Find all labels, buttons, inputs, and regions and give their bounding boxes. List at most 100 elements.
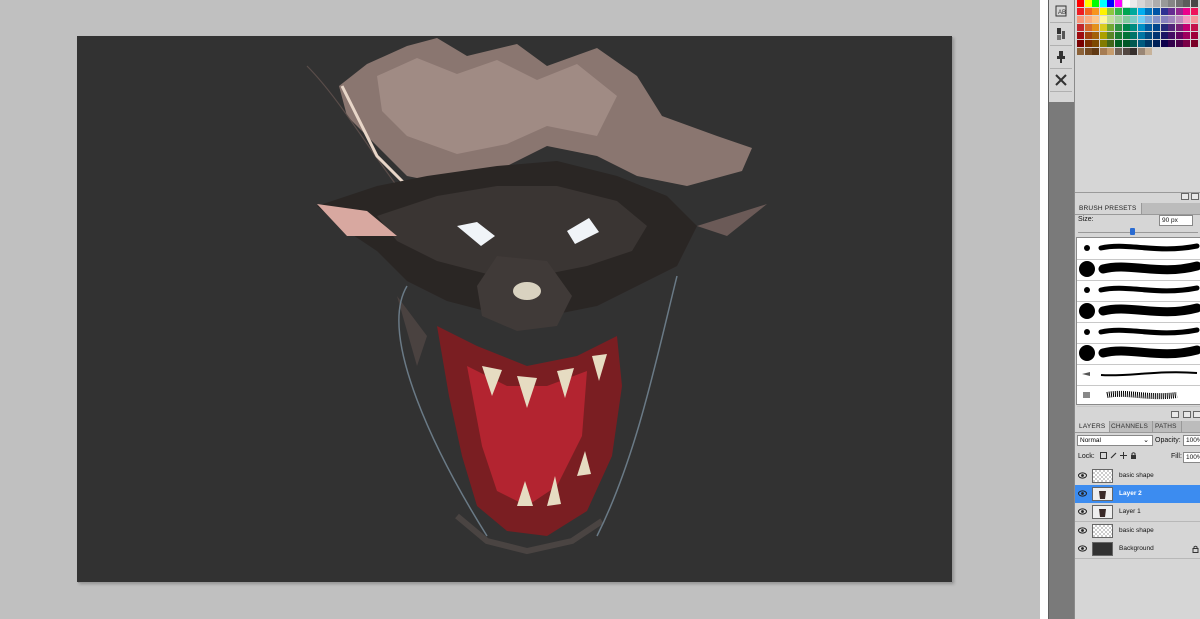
color-swatch[interactable]: [1145, 48, 1153, 55]
color-swatch[interactable]: [1115, 32, 1122, 39]
color-swatch[interactable]: [1175, 8, 1183, 15]
lock-transparent-icon[interactable]: [1100, 452, 1107, 459]
color-swatch[interactable]: [1145, 0, 1153, 7]
color-swatch[interactable]: [1122, 8, 1130, 15]
color-swatch[interactable]: [1145, 8, 1153, 15]
color-swatch[interactable]: [1107, 8, 1115, 15]
blend-mode-select[interactable]: Normal ⌄: [1077, 435, 1153, 446]
color-swatch[interactable]: [1168, 40, 1176, 47]
color-swatch[interactable]: [1130, 16, 1138, 23]
tab-paths[interactable]: PATHS: [1151, 421, 1182, 432]
color-swatch[interactable]: [1160, 0, 1168, 7]
color-swatch[interactable]: [1175, 16, 1183, 23]
color-swatch[interactable]: [1122, 24, 1130, 31]
color-swatch[interactable]: [1122, 0, 1130, 7]
brush-preset-row[interactable]: [1077, 343, 1200, 365]
color-swatch[interactable]: [1107, 48, 1115, 55]
color-swatch[interactable]: [1137, 0, 1145, 7]
color-swatch[interactable]: [1160, 24, 1168, 31]
color-swatch[interactable]: [1107, 16, 1115, 23]
color-swatch[interactable]: [1160, 32, 1168, 39]
color-swatch[interactable]: [1115, 48, 1122, 55]
color-swatch[interactable]: [1137, 16, 1145, 23]
lock-all-icon[interactable]: [1130, 452, 1137, 459]
color-swatch[interactable]: [1175, 24, 1183, 31]
color-swatch[interactable]: [1099, 8, 1107, 15]
delete-swatch-icon[interactable]: [1191, 193, 1199, 200]
color-swatch[interactable]: [1137, 8, 1145, 15]
brush-preset-row[interactable]: [1077, 364, 1200, 386]
visibility-eye-icon[interactable]: [1078, 490, 1087, 497]
color-swatch[interactable]: [1084, 32, 1092, 39]
brush-preset-row[interactable]: [1077, 259, 1200, 281]
brush-preset-row[interactable]: [1077, 322, 1200, 344]
tab-layers[interactable]: LAYERS: [1075, 421, 1111, 432]
color-swatch[interactable]: [1153, 40, 1160, 47]
color-swatch[interactable]: [1115, 0, 1122, 7]
color-swatch[interactable]: [1130, 24, 1138, 31]
layer-row[interactable]: basic shape: [1075, 521, 1200, 541]
visibility-eye-icon[interactable]: [1078, 526, 1087, 534]
color-swatch[interactable]: [1092, 48, 1100, 55]
color-swatch[interactable]: [1191, 40, 1198, 47]
color-swatch[interactable]: [1130, 8, 1138, 15]
color-swatch[interactable]: [1153, 8, 1160, 15]
visibility-eye-icon[interactable]: [1078, 545, 1087, 552]
color-swatch[interactable]: [1191, 24, 1198, 31]
opacity-field[interactable]: 100%: [1183, 435, 1200, 446]
color-swatch[interactable]: [1099, 32, 1107, 39]
color-swatch[interactable]: [1092, 16, 1100, 23]
color-swatch[interactable]: [1130, 40, 1138, 47]
color-swatch[interactable]: [1191, 32, 1198, 39]
color-swatch[interactable]: [1084, 0, 1092, 7]
layer-row[interactable]: Background: [1075, 539, 1200, 559]
brush-preset-row[interactable]: [1077, 280, 1200, 302]
color-swatch[interactable]: [1092, 8, 1100, 15]
color-swatch[interactable]: [1175, 40, 1183, 47]
color-swatch[interactable]: [1137, 48, 1145, 55]
size-slider-track[interactable]: [1078, 232, 1198, 233]
color-swatch[interactable]: [1168, 24, 1176, 31]
color-swatch[interactable]: [1077, 8, 1084, 15]
delete-preset-icon[interactable]: [1193, 411, 1200, 418]
layer-row[interactable]: Layer 1: [1075, 503, 1200, 523]
color-swatch[interactable]: [1168, 8, 1176, 15]
color-swatch[interactable]: [1077, 0, 1084, 7]
color-swatch[interactable]: [1092, 32, 1100, 39]
brush-preset-row[interactable]: [1077, 301, 1200, 323]
tool-presets-panel-icon[interactable]: [1050, 69, 1072, 92]
color-swatch[interactable]: [1099, 24, 1107, 31]
new-swatch-icon[interactable]: [1181, 193, 1189, 200]
color-swatch[interactable]: [1077, 32, 1084, 39]
layer-row[interactable]: Layer 2: [1075, 485, 1200, 505]
color-swatch[interactable]: [1092, 40, 1100, 47]
visibility-eye-icon[interactable]: [1078, 472, 1087, 479]
color-swatch[interactable]: [1160, 40, 1168, 47]
color-swatch[interactable]: [1145, 16, 1153, 23]
size-slider-thumb[interactable]: [1130, 228, 1135, 235]
color-swatch[interactable]: [1137, 40, 1145, 47]
size-field[interactable]: 90 px: [1159, 215, 1193, 226]
color-swatch[interactable]: [1084, 48, 1092, 55]
history-panel-icon[interactable]: AB: [1050, 0, 1072, 23]
color-swatch[interactable]: [1183, 16, 1191, 23]
new-preset-icon[interactable]: [1183, 411, 1191, 418]
color-swatch[interactable]: [1107, 0, 1115, 7]
color-swatch[interactable]: [1168, 32, 1176, 39]
color-swatch[interactable]: [1099, 40, 1107, 47]
brush-preset-row[interactable]: [1077, 238, 1200, 260]
color-swatch[interactable]: [1153, 16, 1160, 23]
color-swatch[interactable]: [1122, 48, 1130, 55]
color-swatch[interactable]: [1099, 48, 1107, 55]
color-swatch[interactable]: [1175, 32, 1183, 39]
layer-row[interactable]: basic shape: [1075, 467, 1200, 486]
color-swatch[interactable]: [1183, 8, 1191, 15]
color-swatch[interactable]: [1122, 32, 1130, 39]
visibility-eye-icon[interactable]: [1078, 508, 1087, 515]
color-swatch[interactable]: [1153, 0, 1160, 7]
color-swatch[interactable]: [1168, 16, 1176, 23]
new-brush-preset-icon[interactable]: [1171, 411, 1179, 418]
color-swatch[interactable]: [1168, 0, 1176, 7]
color-swatch[interactable]: [1191, 16, 1198, 23]
brush-tool-panel-icon[interactable]: [1050, 23, 1072, 46]
